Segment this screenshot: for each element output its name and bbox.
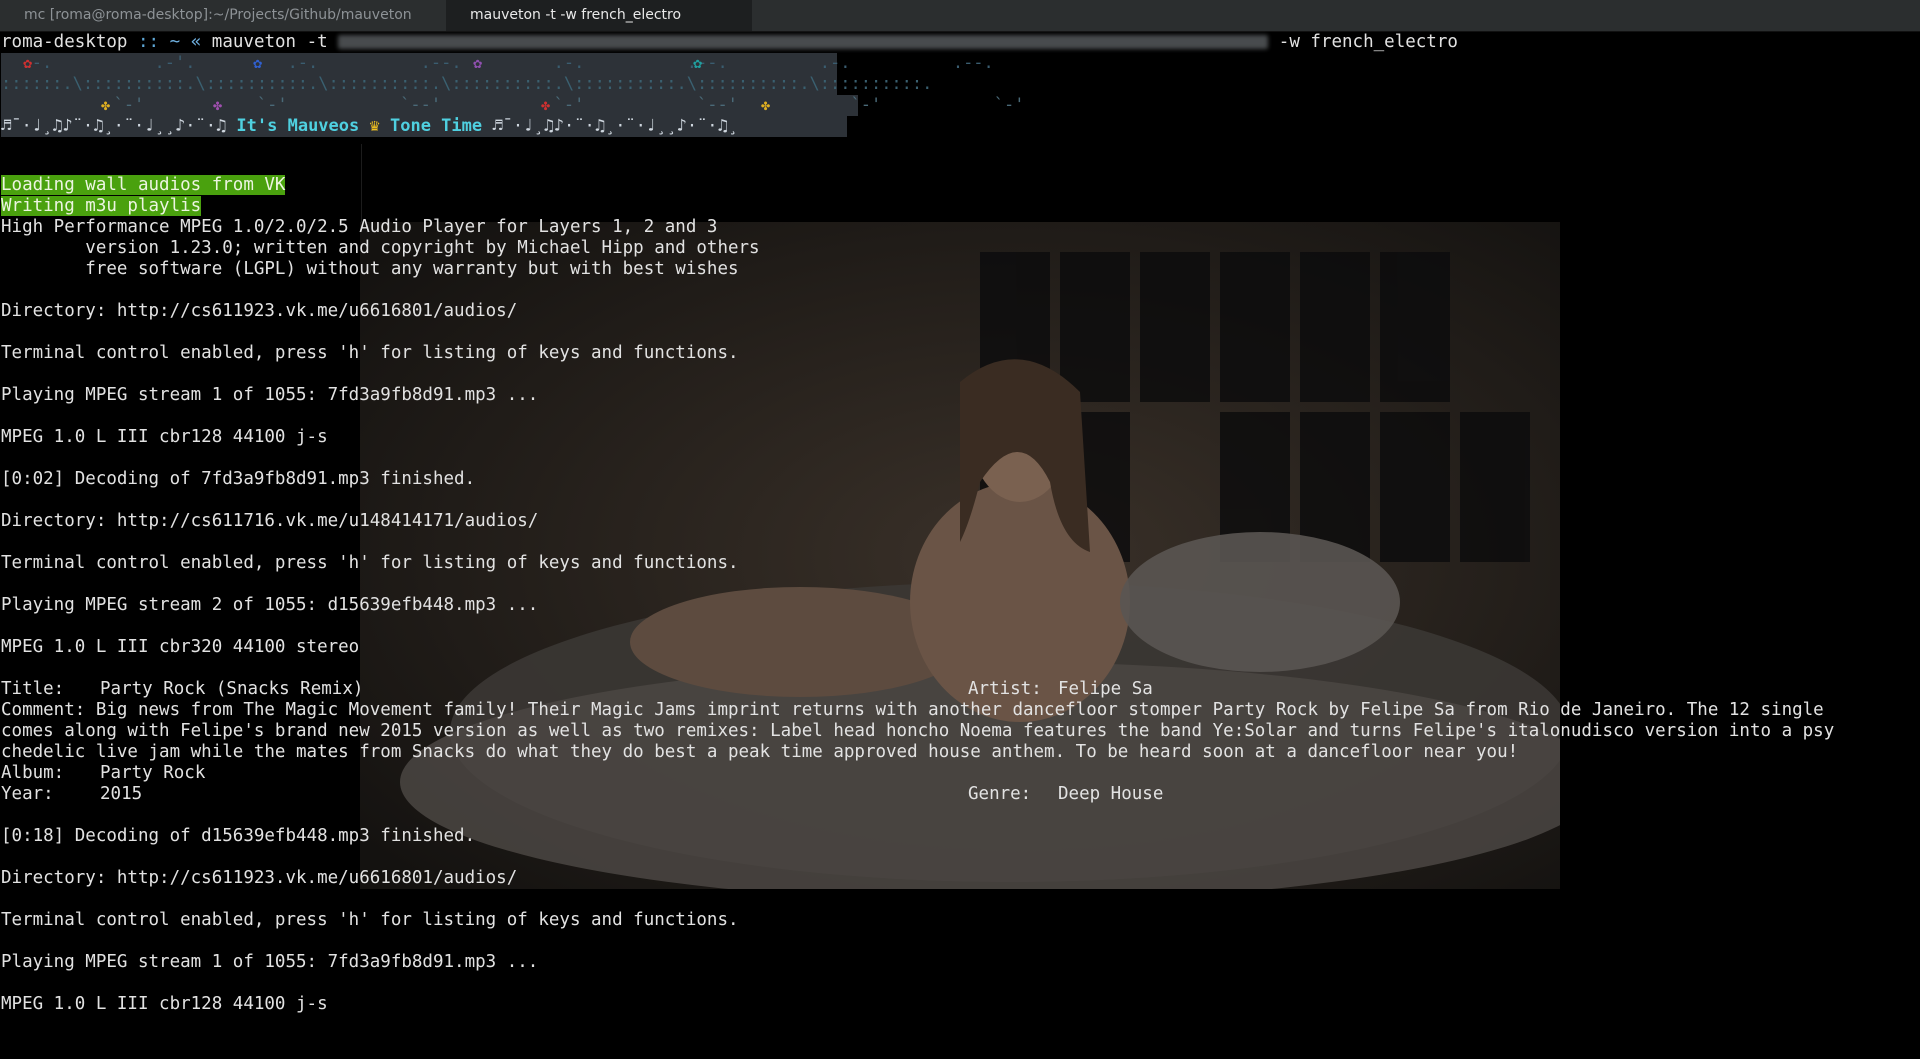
ascii-art-row: .-. .-'. .-. .--. .-. .--. .-. .--. ✿ ✿ ✿ ✿ (1, 53, 994, 74)
output-line: Terminal control enabled, press 'h' for … (1, 910, 739, 930)
album-key: Album: (1, 763, 65, 783)
genre-key: Genre: (968, 784, 1032, 804)
prompt-args: -w french_electro (1278, 32, 1458, 52)
output-line: Directory: http://cs611923.vk.me/u661680… (1, 868, 518, 888)
redacted-token (338, 35, 1269, 49)
output-line: MPEG 1.0 L III cbr128 44100 j-s (1, 427, 328, 447)
track-title: Party Rock (Snacks Remix) (100, 679, 364, 699)
output-line: MPEG 1.0 L III cbr128 44100 j-s (1, 994, 328, 1014)
output-line: Terminal control enabled, press 'h' for … (1, 343, 739, 363)
status-line: Loading wall audios from VK (1, 175, 286, 196)
flower-icon: ✤ (541, 96, 551, 114)
output-line: [0:02] Decoding of 7fd3a9fb8d91.mp3 fini… (1, 469, 476, 489)
status-line: Writing m3u playlis (1, 196, 202, 217)
banner-notes-left: ♬¯·♩¸♫♪¨·♫¸·¨·♩¸¸♪·¨·♫ (1, 116, 227, 136)
album-line: Album: Party Rock (1, 763, 1201, 784)
year-line: Year: 2015 Genre: Deep House (1, 784, 1201, 805)
tab-mc[interactable]: mc [roma@roma-desktop]:~/Projects/Github… (0, 0, 494, 31)
flower-icon: ✿ (693, 54, 703, 72)
prompt-path: ~ (169, 32, 181, 52)
year-key: Year: (1, 784, 54, 804)
output-line: Directory: http://cs611716.vk.me/u148414… (1, 511, 539, 531)
crown-icon: ♛ (369, 116, 380, 136)
flower-icon: ✿ (473, 54, 483, 72)
output-line: version 1.23.0; written and copyright by… (1, 238, 760, 258)
output-line: Terminal control enabled, press 'h' for … (1, 553, 739, 573)
output-line: [0:18] Decoding of d15639efb448.mp3 fini… (1, 826, 476, 846)
comment-line: chedelic live jam while the mates from S… (1, 742, 1519, 762)
track-genre: Deep House (1058, 784, 1164, 804)
status-loading: Loading wall audios from VK (1, 175, 286, 195)
banner-line: ♬¯·♩¸♫♪¨·♫¸·¨·♩¸¸♪·¨·♫ It's Mauveos ♛ To… (1, 116, 847, 137)
output-line: Playing MPEG stream 2 of 1055: d15639efb… (1, 595, 539, 615)
banner-subtitle: Tone Time (390, 116, 483, 136)
flower-icon: ✿ (253, 54, 263, 72)
ascii-art-row: `-' `-' `--' `-' `--' `-' `-' ✤ ✤ ✤ ✤ (1, 95, 1045, 116)
tab-bar: mc [roma@roma-desktop]:~/Projects/Github… (0, 0, 1920, 32)
output-line: MPEG 1.0 L III cbr320 44100 stereo (1, 637, 360, 657)
comment-line: Comment: Big news from The Magic Movemen… (1, 700, 1824, 720)
terminal-output[interactable]: roma-desktop :: ~ « mauveton -t -w frenc… (0, 31, 1920, 1059)
tab-mauveton[interactable]: mauveton -t -w french_electro (446, 0, 752, 31)
prompt-host: roma-desktop (1, 32, 128, 52)
prompt-arrow: « (190, 32, 202, 52)
status-writing: Writing m3u playlis (1, 196, 202, 216)
track-artist: Felipe Sa (1058, 679, 1153, 699)
artist-key: Artist: (968, 679, 1042, 699)
flower-icon: ✤ (101, 96, 111, 114)
prompt-command: mauveton -t (211, 32, 328, 52)
comment-line: comes along with Felipe's brand new 2015… (1, 721, 1835, 741)
banner-notes-right: ♬¯·♩¸♫♪·¨·♫¸·¨·♩¸¸♪·¨·♫¸ (492, 116, 739, 136)
track-year: 2015 (100, 784, 143, 804)
ascii-art-row: ::::::.\::::::::::.\::::::::::.\::::::::… (1, 74, 933, 95)
output-line: Playing MPEG stream 1 of 1055: 7fd3a9fb8… (1, 952, 539, 972)
track-title-line: Title: Party Rock (Snacks Remix) Artist:… (1, 679, 1201, 700)
flower-icon: ✤ (761, 96, 771, 114)
prompt-separator: :: (137, 32, 160, 52)
output-line: Playing MPEG stream 1 of 1055: 7fd3a9fb8… (1, 385, 539, 405)
prompt-line: roma-desktop :: ~ « mauveton -t -w frenc… (1, 32, 1458, 53)
flower-icon: ✿ (23, 54, 33, 72)
flower-icon: ✤ (213, 96, 223, 114)
output-line: Directory: http://cs611923.vk.me/u661680… (1, 301, 518, 321)
output-line: High Performance MPEG 1.0/2.0/2.5 Audio … (1, 217, 718, 237)
banner-title: It's Mauveos (236, 116, 360, 136)
title-key: Title: (1, 679, 65, 699)
track-album: Party Rock (100, 763, 206, 783)
output-line: free software (LGPL) without any warrant… (1, 259, 739, 279)
divider (361, 144, 362, 222)
